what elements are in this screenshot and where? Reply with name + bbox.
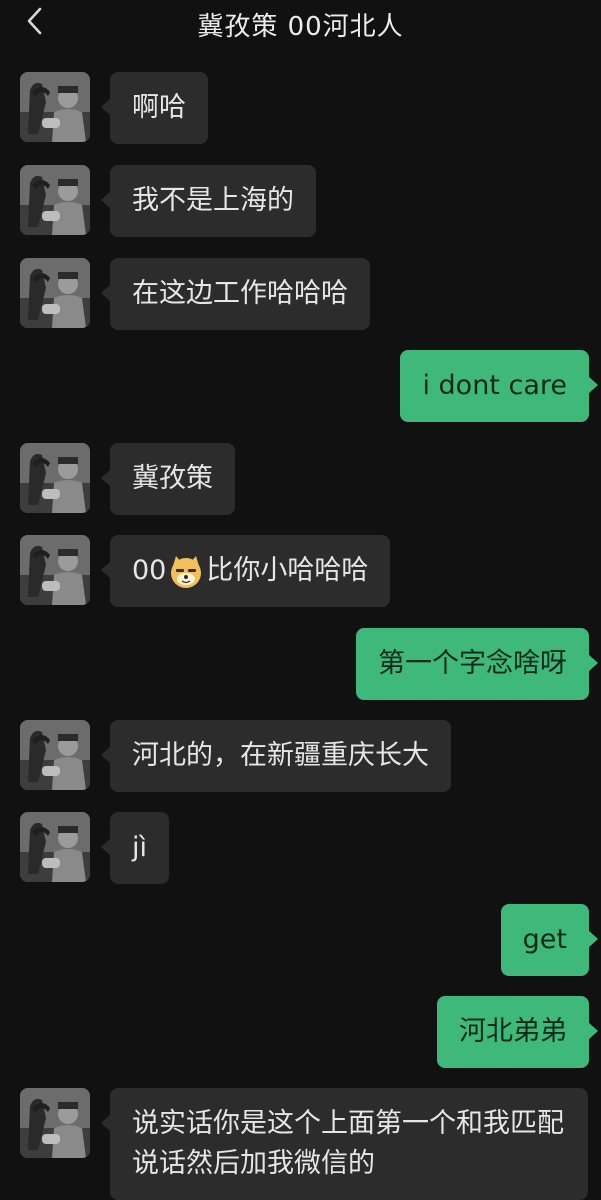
chat-title: 冀孜策 00河北人 bbox=[197, 12, 404, 42]
avatar[interactable] bbox=[20, 72, 90, 142]
message-bubble[interactable]: jì bbox=[100, 812, 170, 884]
chat-header: 冀孜策 00河北人 bbox=[0, 0, 601, 44]
message-bubble[interactable]: 河北的，在新疆重庆长大 bbox=[101, 720, 451, 792]
message-bubble[interactable]: 啊哈 bbox=[101, 72, 208, 144]
avatar[interactable] bbox=[20, 535, 90, 605]
doge-emoji-icon bbox=[168, 554, 204, 590]
message-bubble[interactable]: get bbox=[500, 904, 599, 976]
avatar[interactable] bbox=[20, 720, 90, 790]
avatar[interactable] bbox=[20, 165, 90, 235]
message-bubble[interactable]: i dont care bbox=[400, 350, 598, 422]
message-bubble[interactable]: 00 比你小哈哈哈 bbox=[100, 535, 391, 607]
message-bubble[interactable]: 说实话你是这个上面第一个和我匹配说话然后加我微信的 bbox=[101, 1088, 588, 1200]
avatar[interactable] bbox=[20, 812, 90, 882]
avatar[interactable] bbox=[20, 1088, 90, 1158]
message-text: 比你小哈哈哈 bbox=[206, 555, 369, 586]
message-bubble[interactable]: 我不是上海的 bbox=[101, 165, 316, 237]
message-bubble[interactable]: 河北弟弟 bbox=[437, 996, 598, 1068]
message-bubble[interactable]: 第一个字念啥呀 bbox=[356, 628, 598, 700]
avatar[interactable] bbox=[20, 258, 90, 328]
avatar[interactable] bbox=[20, 443, 90, 513]
message-bubble[interactable]: 冀孜策 bbox=[101, 443, 235, 515]
message-bubble[interactable]: 在这边工作哈哈哈 bbox=[101, 258, 370, 330]
message-text: 00 bbox=[132, 555, 167, 586]
